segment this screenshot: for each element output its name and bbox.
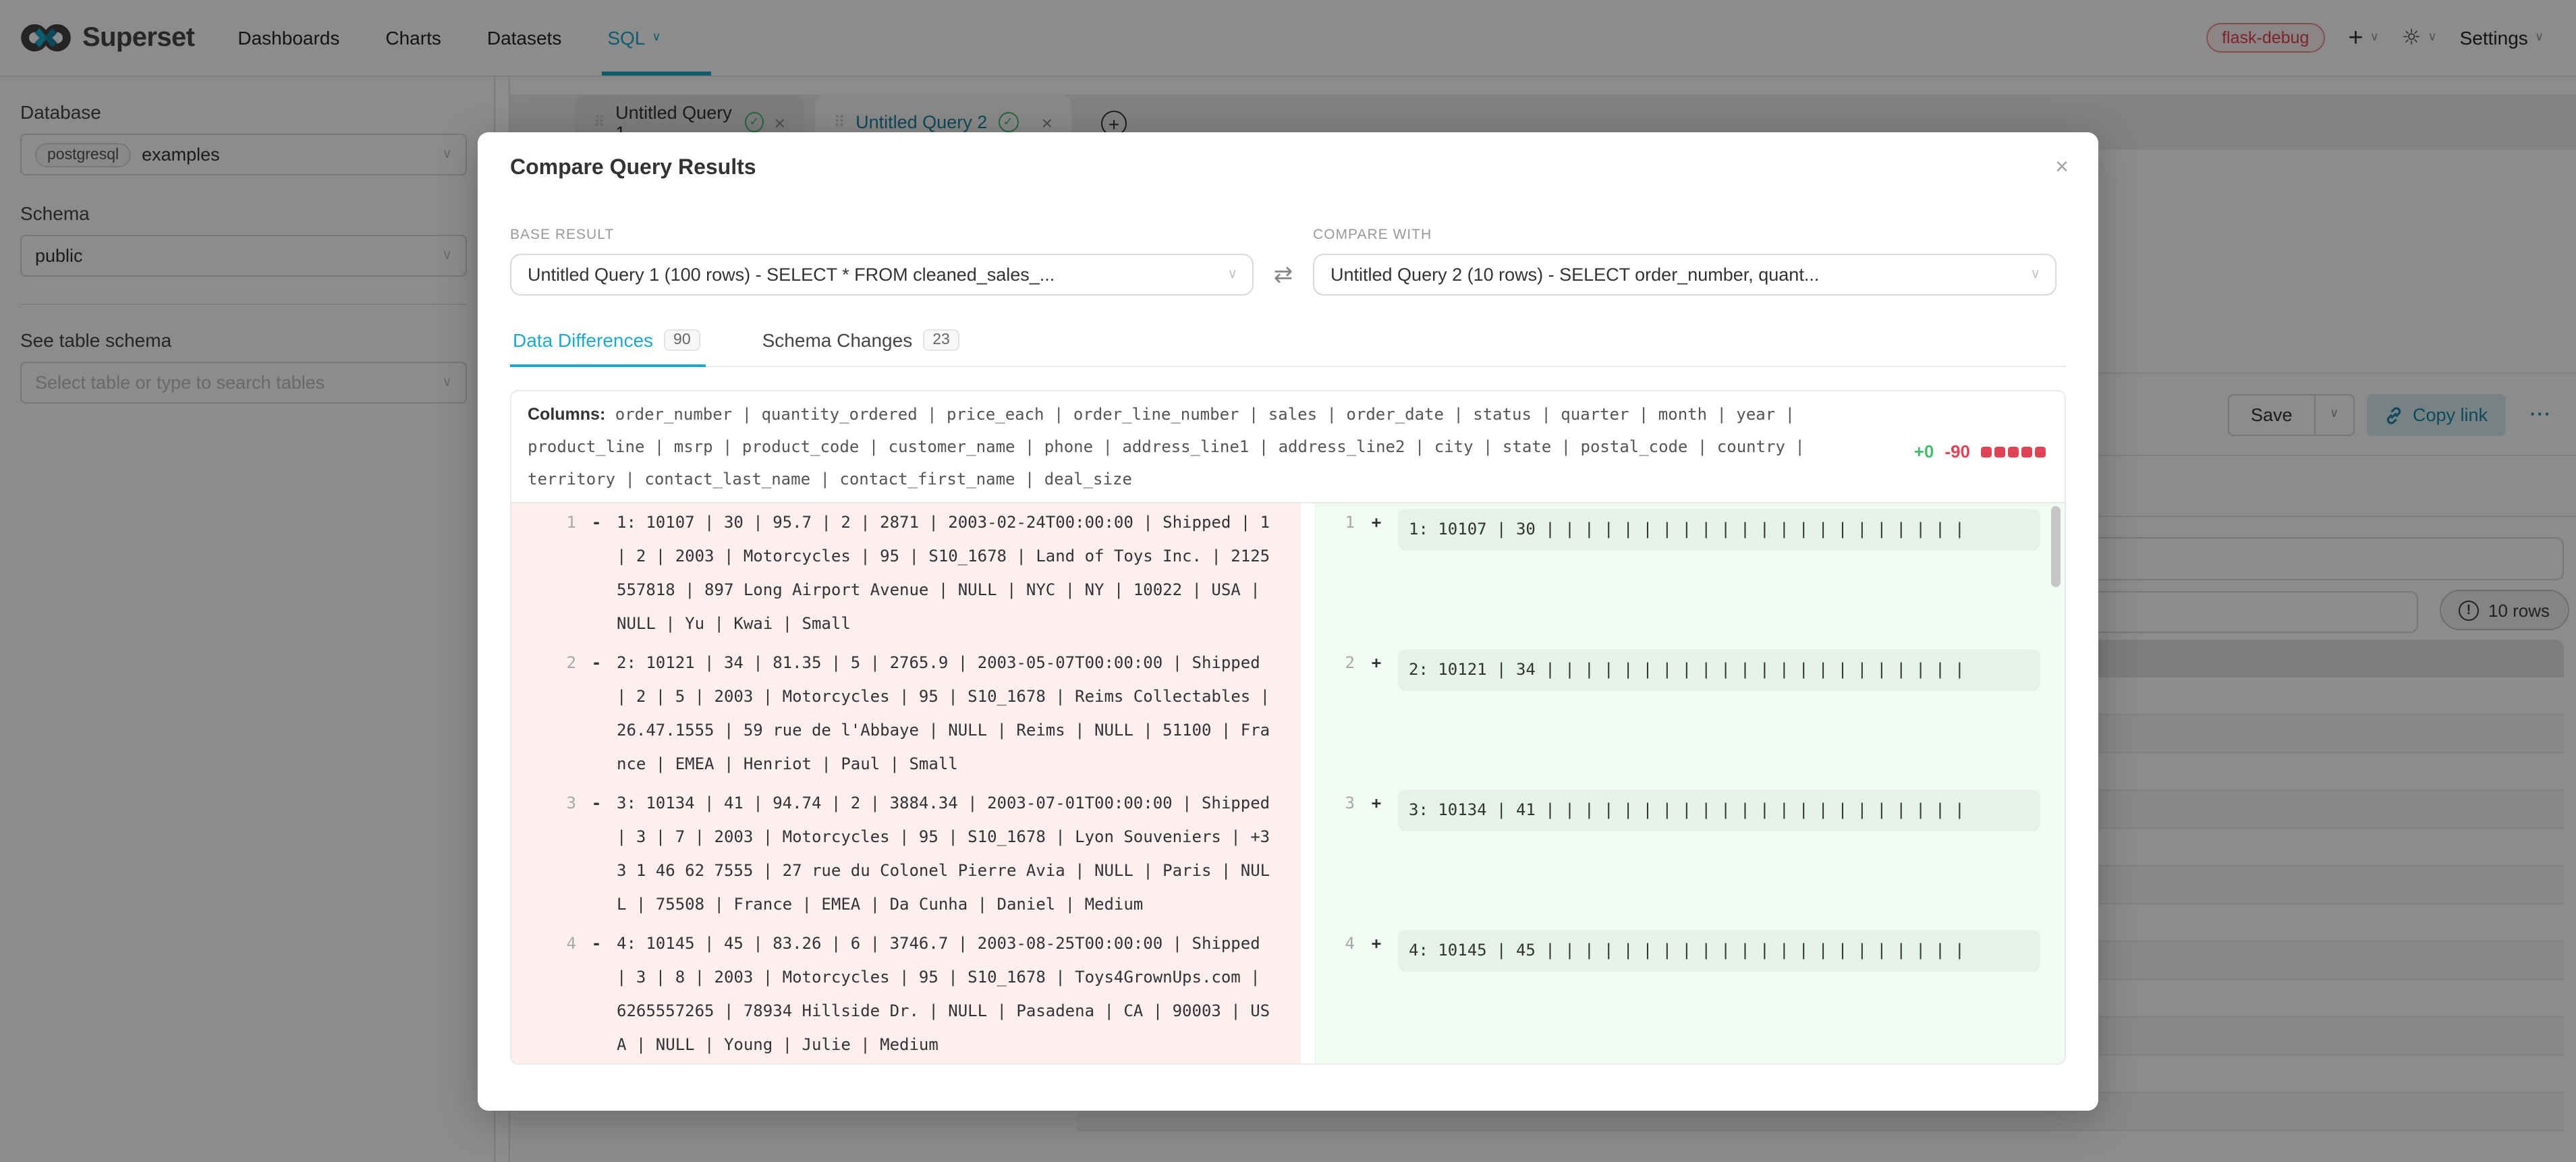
line-number: 4 bbox=[1320, 927, 1355, 1062]
diff-added-panel: 1+1: 10107 | 30 | | | | | | | | | | | | … bbox=[1314, 503, 2065, 1065]
base-result-select[interactable]: Untitled Query 1 (100 rows) - SELECT * F… bbox=[510, 254, 1254, 296]
added-sign: + bbox=[1355, 646, 1398, 781]
modal-title: Compare Query Results bbox=[510, 157, 2066, 181]
columns-line: Columns: order_number | quantity_ordered… bbox=[528, 398, 2048, 431]
columns-header: Columns: order_number | quantity_ordered… bbox=[511, 391, 2065, 503]
tab-count-badge: 23 bbox=[923, 329, 959, 351]
diff-added-row: 2+2: 10121 | 34 | | | | | | | | | | | | … bbox=[1314, 644, 2065, 784]
removed-row-text: 1: 10107 | 30 | 95.7 | 2 | 2871 | 2003-0… bbox=[617, 506, 1271, 641]
added-sign: + bbox=[1355, 506, 1398, 641]
line-number: 1 bbox=[511, 506, 576, 641]
line-number: 2 bbox=[1320, 646, 1355, 781]
chevron-down-icon: ∨ bbox=[1227, 268, 1237, 281]
line-number: 3 bbox=[511, 787, 576, 922]
removed-row-text: 4: 10145 | 45 | 83.26 | 6 | 3746.7 | 200… bbox=[617, 927, 1271, 1062]
base-result-label: BASE RESULT bbox=[510, 227, 1254, 243]
added-row-text: 3: 10134 | 41 | | | | | | | | | | | | | … bbox=[1409, 800, 1965, 819]
added-sign: + bbox=[1355, 787, 1398, 922]
diff-stats: +0 -90 bbox=[1914, 441, 2046, 462]
columns-line: territory | contact_last_name | contact_… bbox=[528, 463, 2048, 495]
diff-removed-row: 2-2: 10121 | 34 | 81.35 | 5 | 2765.9 | 2… bbox=[511, 644, 1301, 784]
close-icon[interactable]: × bbox=[2055, 154, 2069, 181]
columns-line: product_line | msrp | product_code | cus… bbox=[528, 431, 2048, 463]
swap-queries-button[interactable]: ⇄ bbox=[1254, 254, 1313, 296]
added-count: +0 bbox=[1914, 441, 1934, 462]
diff-removed-row: 4-4: 10145 | 45 | 83.26 | 6 | 3746.7 | 2… bbox=[511, 924, 1301, 1065]
added-row-text: 1: 10107 | 30 | | | | | | | | | | | | | … bbox=[1409, 520, 1965, 538]
removed-count: -90 bbox=[1944, 441, 1970, 462]
added-row-block: 2: 10121 | 34 | | | | | | | | | | | | | … bbox=[1398, 649, 2040, 691]
diff-viewport[interactable]: 1-1: 10107 | 30 | 95.7 | 2 | 2871 | 2003… bbox=[511, 503, 2065, 1065]
modal-tab-schema-changes[interactable]: Schema Changes 23 bbox=[760, 319, 962, 366]
chevron-down-icon: ∨ bbox=[2030, 268, 2040, 281]
added-row-text: 4: 10145 | 45 | | | | | | | | | | | | | … bbox=[1409, 941, 1965, 960]
diff-added-row: 1+1: 10107 | 30 | | | | | | | | | | | | … bbox=[1314, 503, 2065, 644]
severity-square bbox=[2021, 446, 2032, 457]
compare-with-label: COMPARE WITH bbox=[1313, 227, 2056, 243]
removed-sign: - bbox=[576, 646, 617, 781]
added-sign: + bbox=[1355, 927, 1398, 1062]
tab-count-badge: 90 bbox=[664, 329, 700, 351]
diff-container: Columns: order_number | quantity_ordered… bbox=[510, 390, 2066, 1065]
added-row-text: 2: 10121 | 34 | | | | | | | | | | | | | … bbox=[1409, 660, 1965, 679]
removed-row-text: 3: 10134 | 41 | 94.74 | 2 | 3884.34 | 20… bbox=[617, 787, 1271, 922]
diff-panel-gap bbox=[1301, 503, 1314, 1065]
compare-query-results-modal: × Compare Query Results BASE RESULT COMP… bbox=[478, 132, 2098, 1111]
diff-removed-panel: 1-1: 10107 | 30 | 95.7 | 2 | 2871 | 2003… bbox=[511, 503, 1301, 1065]
removed-sign: - bbox=[576, 787, 617, 922]
added-row-block: 4: 10145 | 45 | | | | | | | | | | | | | … bbox=[1398, 930, 2040, 972]
removed-sign: - bbox=[576, 927, 617, 1062]
line-number: 2 bbox=[511, 646, 576, 781]
diff-removed-row: 3-3: 10134 | 41 | 94.74 | 2 | 3884.34 | … bbox=[511, 784, 1301, 924]
base-result-value: Untitled Query 1 (100 rows) - SELECT * F… bbox=[528, 265, 1055, 285]
severity-square bbox=[1981, 446, 1992, 457]
diff-scrollbar-thumb[interactable] bbox=[2051, 506, 2061, 587]
added-row-block: 1: 10107 | 30 | | | | | | | | | | | | | … bbox=[1398, 509, 2040, 551]
severity-square bbox=[1994, 446, 2005, 457]
modal-tab-label: Data Differences bbox=[513, 329, 653, 351]
diff-removed-row: 1-1: 10107 | 30 | 95.7 | 2 | 2871 | 2003… bbox=[511, 503, 1301, 644]
line-number: 1 bbox=[1320, 506, 1355, 641]
columns-label: Columns: bbox=[528, 405, 605, 424]
app-root: Superset DashboardsChartsDatasetsSQL∨ fl… bbox=[0, 0, 2576, 1162]
removed-sign: - bbox=[576, 506, 617, 641]
severity-square bbox=[2008, 446, 2019, 457]
modal-tabs: Data Differences 90 Schema Changes 23 bbox=[510, 319, 2066, 367]
compare-with-select[interactable]: Untitled Query 2 (10 rows) - SELECT orde… bbox=[1313, 254, 2056, 296]
modal-tab-data-differences[interactable]: Data Differences 90 bbox=[510, 319, 703, 366]
compare-with-value: Untitled Query 2 (10 rows) - SELECT orde… bbox=[1331, 265, 1819, 285]
modal-tab-label: Schema Changes bbox=[762, 329, 913, 351]
severity-squares bbox=[1981, 446, 2046, 457]
line-number: 3 bbox=[1320, 787, 1355, 922]
swap-icon: ⇄ bbox=[1274, 261, 1293, 288]
diff-scrollbar[interactable] bbox=[2051, 506, 2061, 1065]
removed-row-text: 2: 10121 | 34 | 81.35 | 5 | 2765.9 | 200… bbox=[617, 646, 1271, 781]
line-number: 4 bbox=[511, 927, 576, 1062]
compare-selectors: BASE RESULT COMPARE WITH Untitled Query … bbox=[510, 227, 2066, 296]
severity-square bbox=[2035, 446, 2046, 457]
added-row-block: 3: 10134 | 41 | | | | | | | | | | | | | … bbox=[1398, 790, 2040, 831]
diff-added-row: 3+3: 10134 | 41 | | | | | | | | | | | | … bbox=[1314, 784, 2065, 924]
diff-added-row: 4+4: 10145 | 45 | | | | | | | | | | | | … bbox=[1314, 924, 2065, 1065]
